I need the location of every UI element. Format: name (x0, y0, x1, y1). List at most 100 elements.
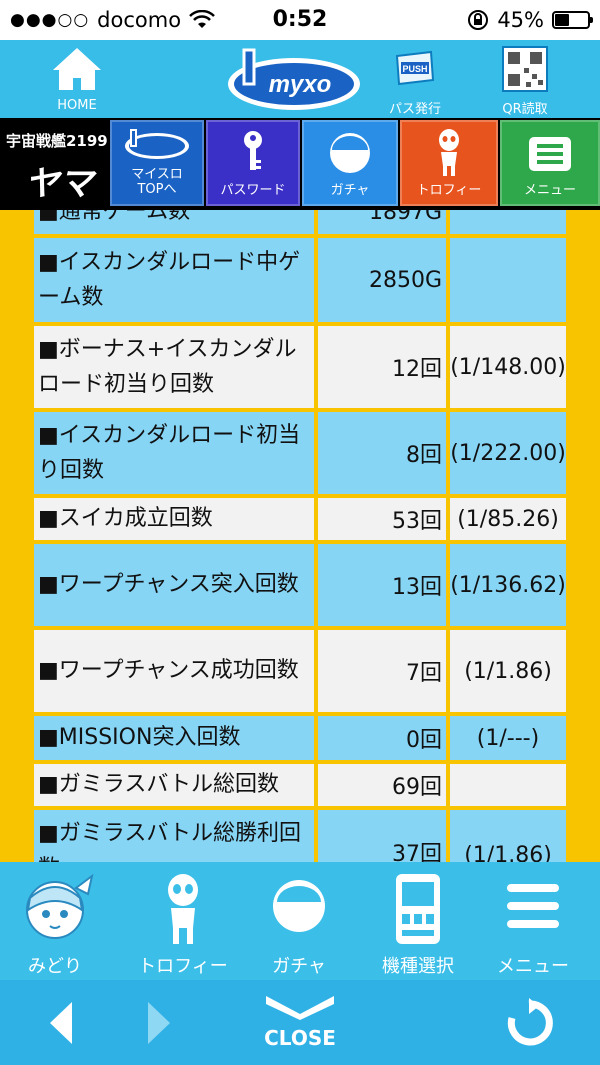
table-row: ■ボーナス+イスカンダルロード初当り回数 12回 (1/148.00) (32, 324, 568, 410)
row-label: ■イスカンダルロード中ゲーム数 (32, 236, 316, 324)
bottom-label: 機種選択 (382, 956, 454, 977)
midori-character-icon (26, 873, 94, 939)
tab-gacha[interactable]: ガチャ (302, 120, 398, 206)
table-row: ■通常ゲーム数 1897G (32, 210, 568, 236)
game-logo[interactable]: 宇宙戦艦2199 ヤマト (0, 120, 108, 253)
row-prob: (1/1.86) (448, 628, 568, 714)
row-value: 53回 (316, 496, 448, 542)
status-right: 45% (467, 8, 593, 32)
tab-password[interactable]: パスワード (206, 120, 300, 206)
capsule-icon (273, 880, 325, 932)
home-button[interactable]: HOME (44, 44, 110, 113)
table-row: ■イスカンダルロード中ゲーム数 2850G (32, 236, 568, 324)
row-value: 7回 (316, 628, 448, 714)
row-label: ■MISSION突入回数 (32, 714, 316, 762)
row-value: 69回 (316, 762, 448, 808)
table-row: ■ワープチャンス突入回数 13回 (1/136.62) (32, 542, 568, 628)
row-value: 12回 (316, 324, 448, 410)
row-label: ■通常ゲーム数 (32, 210, 316, 236)
status-bar: ●●●○○ docomo 0:52 45% (0, 0, 600, 40)
row-label: ■ボーナス+イスカンダルロード初当り回数 (32, 324, 316, 410)
row-prob (448, 236, 568, 324)
row-prob (448, 210, 568, 236)
qr-label: QR読取 (502, 102, 548, 117)
tab-menu[interactable]: メニュー (500, 120, 600, 206)
bottom-label: メニュー (497, 956, 569, 977)
bottom-label: みどり (28, 956, 82, 977)
row-value: 2850G (316, 236, 448, 324)
home-icon (53, 48, 101, 90)
row-label: ■ガミラスバトル総勝利回数 (32, 808, 316, 862)
row-label: ■ワープチャンス成功回数 (32, 628, 316, 714)
myxo-small-icon (125, 129, 189, 159)
trophy-character-icon (168, 874, 198, 944)
nav-tabs: 宇宙戦艦2199 ヤマト マイスロ TOPへ パスワード ガチャ (0, 118, 600, 253)
key-icon (244, 131, 262, 170)
pass-issue-button[interactable]: PUSH パス発行 (380, 44, 450, 117)
menu-icon (529, 137, 571, 171)
app-header: HOME myxo PUSH パス発行 QR読取 (0, 40, 600, 118)
bottom-label: ガチャ (272, 956, 326, 977)
row-prob: (1/148.00) (448, 324, 568, 410)
row-prob: (1/136.62) (448, 542, 568, 628)
trophy-button[interactable]: トロフィー (130, 870, 236, 977)
tab-myslot-top[interactable]: マイスロ TOPへ (110, 120, 204, 206)
trophy-character-icon (439, 129, 459, 176)
bottom-menu: みどり トロフィー ガチャ 機種選択 メニュー (0, 862, 600, 980)
machine-select-button[interactable]: 機種選択 (370, 870, 466, 977)
row-prob: (1/---) (448, 714, 568, 762)
row-prob: (1/85.26) (448, 496, 568, 542)
home-label: HOME (57, 98, 97, 113)
row-label: ■イスカンダルロード初当り回数 (32, 410, 316, 496)
table-row: ■ガミラスバトル総勝利回数 37回 (1/1.86) (32, 808, 568, 862)
table-row: ■ガミラスバトル総回数 69回 (32, 762, 568, 808)
qr-code-icon (502, 46, 548, 92)
svg-text:PUSH: PUSH (402, 64, 427, 74)
close-label: CLOSE (264, 1026, 336, 1050)
gacha-button[interactable]: ガチャ (256, 870, 342, 977)
table-row: ■MISSION突入回数 0回 (1/---) (32, 714, 568, 762)
row-label: ■ワープチャンス突入回数 (32, 542, 316, 628)
tab-label: トロフィー (416, 183, 482, 198)
menu-button[interactable]: メニュー (488, 870, 578, 977)
svg-text:myxo: myxo (269, 71, 332, 98)
browser-footer: CLOSE (0, 980, 600, 1065)
stats-table[interactable]: ■通常ゲーム数 1897G ■イスカンダルロード中ゲーム数 2850G ■ボーナ… (32, 210, 568, 862)
battery-icon (552, 11, 593, 29)
forward-arrow-icon[interactable] (138, 998, 178, 1048)
tab-label: パスワード (220, 183, 286, 198)
push-icon: PUSH (395, 50, 435, 86)
tab-label: マイスロ TOPへ (131, 166, 183, 198)
bottom-label: トロフィー (138, 956, 228, 977)
battery-percent: 45% (497, 8, 544, 32)
row-value: 13回 (316, 542, 448, 628)
table-row: ■イスカンダルロード初当り回数 8回 (1/222.00) (32, 410, 568, 496)
chevron-down-icon (266, 996, 334, 1020)
table-row: ■スイカ成立回数 53回 (1/85.26) (32, 496, 568, 542)
row-value: 37回 (316, 808, 448, 862)
row-value: 1897G (316, 210, 448, 236)
midori-button[interactable]: みどり (12, 870, 98, 977)
row-prob (448, 762, 568, 808)
row-prob: (1/222.00) (448, 410, 568, 496)
row-value: 8回 (316, 410, 448, 496)
row-label: ■スイカ成立回数 (32, 496, 316, 542)
slot-machine-icon (396, 874, 440, 944)
tab-label: メニュー (523, 183, 576, 198)
table-row: ■ワープチャンス成功回数 7回 (1/1.86) (32, 628, 568, 714)
close-button[interactable]: CLOSE (262, 992, 338, 1056)
row-value: 0回 (316, 714, 448, 762)
rotation-lock-icon (468, 10, 489, 30)
qr-read-button[interactable]: QR読取 (490, 44, 560, 117)
reload-icon[interactable] (504, 998, 554, 1048)
tab-trophy[interactable]: トロフィー (400, 120, 498, 206)
tab-label: ガチャ (330, 183, 370, 198)
row-prob: (1/1.86) (448, 808, 568, 862)
hamburger-icon (507, 884, 559, 928)
myxo-logo[interactable]: myxo (222, 44, 366, 114)
pass-label: パス発行 (388, 102, 441, 117)
game-logo-top: 宇宙戦艦2199 (6, 132, 108, 150)
capsule-icon (330, 133, 370, 173)
row-label: ■ガミラスバトル総回数 (32, 762, 316, 808)
back-arrow-icon[interactable] (42, 998, 82, 1048)
